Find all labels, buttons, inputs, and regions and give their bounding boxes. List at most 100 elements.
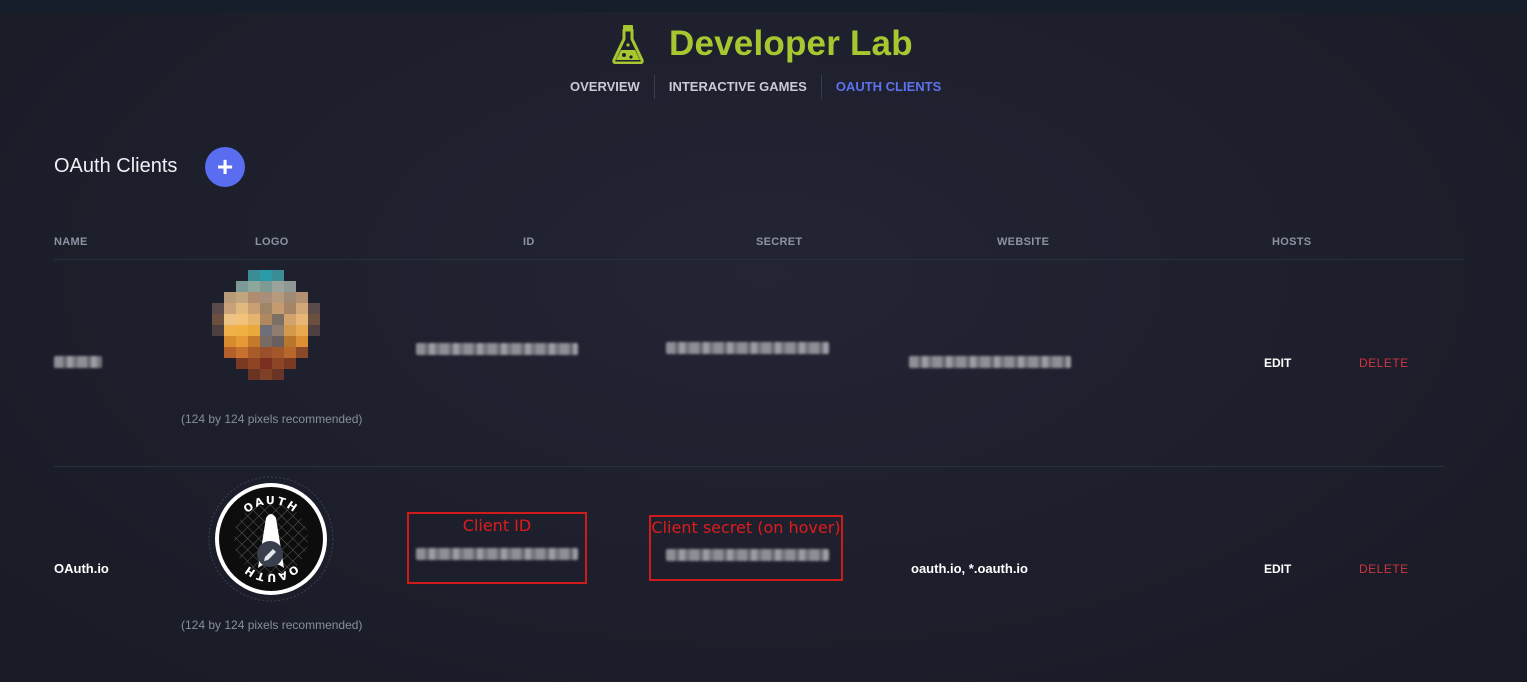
logo-pixel	[272, 358, 284, 369]
client-logo-pixelated[interactable]	[200, 270, 344, 400]
logo-pixel	[284, 347, 296, 358]
client-id-annotation-label: Client ID	[462, 516, 532, 535]
logo-size-hint: (124 by 124 pixels recommended)	[181, 618, 363, 632]
logo-pixel	[236, 369, 248, 380]
logo-pixel	[320, 347, 332, 358]
logo-pixel	[200, 303, 212, 314]
logo-pixel	[272, 270, 284, 281]
logo-pixel	[248, 270, 260, 281]
logo-pixel	[224, 336, 236, 347]
logo-pixel	[260, 391, 272, 402]
logo-pixel	[332, 314, 344, 325]
logo-pixel	[212, 391, 224, 402]
logo-pixel	[308, 281, 320, 292]
logo-pixel	[296, 391, 308, 402]
logo-pixel	[260, 281, 272, 292]
logo-pixel	[332, 270, 344, 281]
oauth-logo[interactable]: OAUTH OAUTH	[208, 476, 334, 602]
logo-pixel	[212, 380, 224, 391]
nav-oauth-clients[interactable]: OAUTH CLIENTS	[822, 74, 955, 100]
logo-pixel	[272, 281, 284, 292]
logo-pixel	[296, 380, 308, 391]
logo-pixel	[296, 292, 308, 303]
logo-pixel	[212, 347, 224, 358]
logo-pixel	[308, 292, 320, 303]
logo-pixel	[320, 358, 332, 369]
logo-pixel	[284, 292, 296, 303]
logo-pixel	[332, 347, 344, 358]
logo-pixel	[320, 369, 332, 380]
logo-pixel	[308, 325, 320, 336]
logo-pixel	[284, 325, 296, 336]
nav-overview[interactable]: OVERVIEW	[556, 74, 654, 100]
logo-pixel	[320, 314, 332, 325]
logo-pixel	[308, 358, 320, 369]
logo-pixel	[236, 380, 248, 391]
logo-pixel	[260, 369, 272, 380]
logo-pixel	[260, 314, 272, 325]
edit-button[interactable]: EDIT	[1264, 356, 1291, 370]
logo-pixel	[260, 325, 272, 336]
delete-button[interactable]: DELETE	[1359, 562, 1409, 576]
logo-pixel	[284, 358, 296, 369]
logo-pixel	[212, 270, 224, 281]
logo-pixel	[248, 303, 260, 314]
logo-pixel	[260, 303, 272, 314]
logo-pixel	[248, 281, 260, 292]
logo-pixel	[284, 314, 296, 325]
logo-pixel	[320, 270, 332, 281]
column-header-name: NAME	[54, 236, 88, 248]
edit-button[interactable]: EDIT	[1264, 562, 1291, 576]
logo-pixel	[260, 270, 272, 281]
logo-pixel	[236, 303, 248, 314]
logo-pixel	[320, 303, 332, 314]
logo-pixel	[236, 358, 248, 369]
logo-pixel	[236, 391, 248, 402]
logo-pixel	[212, 369, 224, 380]
delete-button[interactable]: DELETE	[1359, 356, 1409, 370]
client-name: OAuth.io	[54, 561, 109, 576]
logo-pixel	[320, 391, 332, 402]
logo-pixel	[332, 281, 344, 292]
logo-pixel	[296, 369, 308, 380]
logo-pixel	[320, 325, 332, 336]
logo-pixel	[224, 347, 236, 358]
logo-pixel	[224, 391, 236, 402]
column-header-logo: LOGO	[255, 236, 289, 248]
logo-pixel	[236, 347, 248, 358]
logo-pixel	[200, 369, 212, 380]
logo-pixel	[320, 281, 332, 292]
page-title: Developer Lab	[669, 24, 913, 63]
logo-pixel	[320, 336, 332, 347]
logo-pixel	[308, 369, 320, 380]
logo-pixel	[284, 380, 296, 391]
logo-pixel	[284, 281, 296, 292]
client-name-redacted	[54, 356, 102, 368]
brand: Developer Lab	[612, 24, 913, 64]
logo-pixel	[272, 314, 284, 325]
logo-pixel	[224, 369, 236, 380]
logo-pixel	[296, 270, 308, 281]
logo-pixel	[260, 380, 272, 391]
logo-pixel	[236, 325, 248, 336]
logo-pixel	[272, 391, 284, 402]
logo-pixel	[248, 314, 260, 325]
logo-pixel	[248, 358, 260, 369]
logo-pixel	[224, 292, 236, 303]
logo-pixel	[308, 270, 320, 281]
logo-pixel	[212, 303, 224, 314]
logo-pixel	[332, 358, 344, 369]
logo-pixel	[224, 281, 236, 292]
logo-pixel	[308, 380, 320, 391]
main-nav: OVERVIEW INTERACTIVE GAMES OAUTH CLIENTS	[556, 74, 955, 100]
logo-pixel	[248, 347, 260, 358]
logo-pixel	[200, 347, 212, 358]
column-header-secret: SECRET	[756, 236, 803, 248]
logo-pixel	[284, 336, 296, 347]
nav-interactive-games[interactable]: INTERACTIVE GAMES	[655, 74, 821, 100]
logo-pixel	[332, 292, 344, 303]
logo-pixel	[296, 281, 308, 292]
pencil-icon[interactable]	[257, 541, 283, 567]
add-client-button[interactable]: +	[205, 147, 245, 187]
logo-pixel	[296, 347, 308, 358]
